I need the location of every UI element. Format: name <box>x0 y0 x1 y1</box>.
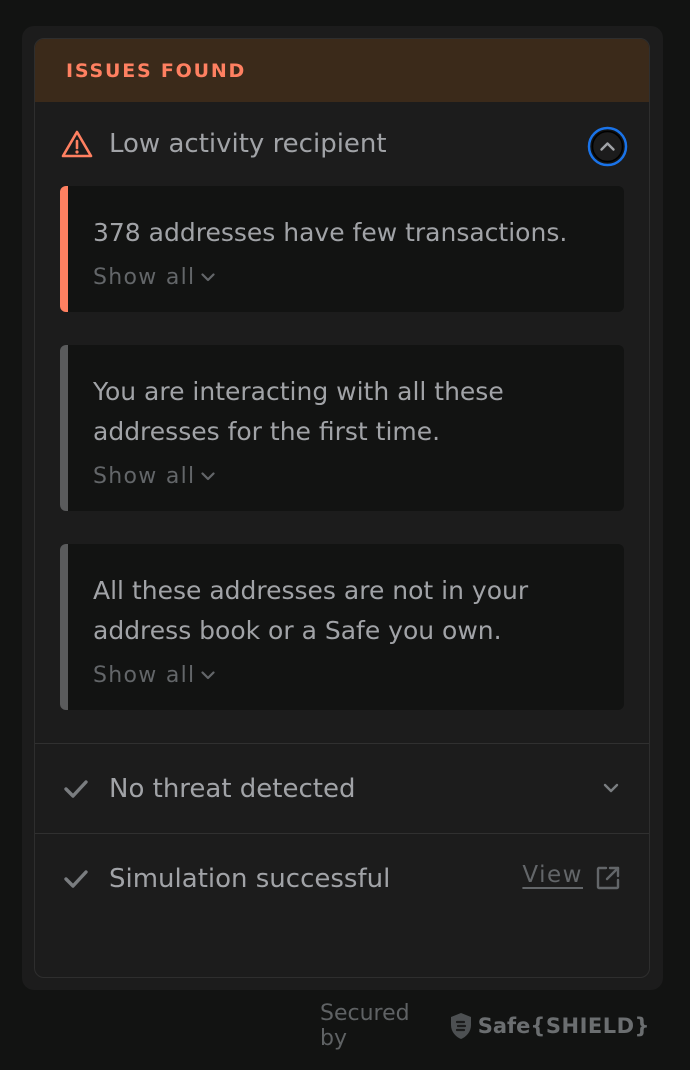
check-icon <box>63 868 89 890</box>
simulation-label: Simulation successful <box>109 863 391 894</box>
safe-brand: Safe <box>477 1014 531 1038</box>
view-simulation-link[interactable]: View <box>522 862 583 888</box>
shield-brand-suffix: {SHIELD} <box>530 1014 650 1038</box>
show-all-label: Show all <box>93 464 196 489</box>
show-all-button[interactable]: Show all <box>93 464 600 489</box>
show-all-label: Show all <box>93 663 196 688</box>
issues-found-title: ISSUES FOUND <box>66 59 247 82</box>
issue-card-text: All these addresses are not in your addr… <box>93 576 529 645</box>
safe-shield-panel: ISSUES FOUND Low activity recipient 378 … <box>34 38 650 978</box>
secured-by-label: Secured by <box>320 1001 410 1051</box>
chevron-down-icon <box>201 472 216 481</box>
simulation-row: Simulation successful View <box>35 834 649 923</box>
show-all-button[interactable]: Show all <box>93 663 600 688</box>
chevron-down-icon <box>201 671 216 680</box>
chevron-up-icon <box>587 126 628 167</box>
show-all-label: Show all <box>93 265 196 290</box>
no-threat-row[interactable]: No threat detected <box>35 744 649 833</box>
check-icon <box>63 778 89 800</box>
issue-low-activity-row[interactable]: Low activity recipient <box>35 102 649 186</box>
chevron-down-icon[interactable] <box>603 778 619 797</box>
external-link-icon[interactable] <box>595 865 621 895</box>
safe-shield-logo-icon <box>449 1012 473 1040</box>
issue-card-text: 378 addresses have few transactions. <box>93 218 568 247</box>
issue-card-first-time: You are interacting with all these addre… <box>60 345 624 511</box>
secured-by-footer: Secured by Safe {SHIELD} <box>320 1001 650 1051</box>
issue-card-not-in-address-book: All these addresses are not in your addr… <box>60 544 624 710</box>
issue-cards-list: 378 addresses have few transactions. Sho… <box>35 186 649 710</box>
issues-header: ISSUES FOUND <box>35 39 649 102</box>
show-all-button[interactable]: Show all <box>93 265 600 290</box>
issue-card-few-transactions: 378 addresses have few transactions. Sho… <box>60 186 624 312</box>
collapse-issue-button[interactable] <box>587 126 628 167</box>
issue-title: Low activity recipient <box>109 129 387 159</box>
no-threat-label: No threat detected <box>109 773 356 804</box>
issue-card-text: You are interacting with all these addre… <box>93 377 504 446</box>
warning-triangle-icon <box>61 130 93 158</box>
chevron-down-icon <box>201 273 216 282</box>
